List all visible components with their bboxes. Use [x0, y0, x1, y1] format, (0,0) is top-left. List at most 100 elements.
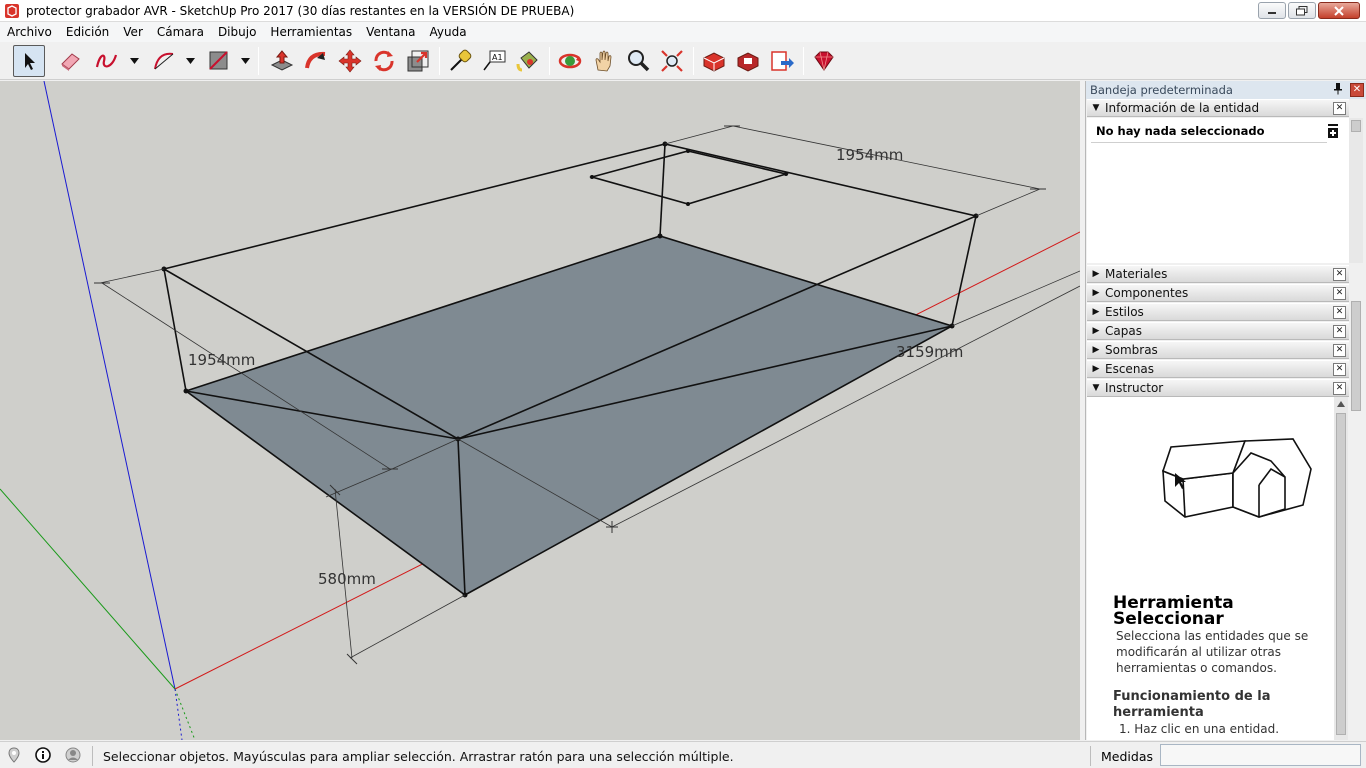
rectangle-tool-button[interactable] [203, 45, 235, 77]
panel-styles[interactable]: ▶ Estilos ✕ [1087, 303, 1349, 321]
pin-icon[interactable] [1333, 83, 1345, 97]
scroll-thumb[interactable] [1336, 413, 1346, 735]
user-icon[interactable] [65, 747, 81, 763]
expanded-arrow-icon: ▼ [1092, 383, 1100, 393]
menu-herramientas[interactable]: Herramientas [263, 22, 359, 42]
arc-dropdown[interactable] [184, 54, 196, 68]
menu-ventana[interactable]: Ventana [359, 22, 422, 42]
svg-text:A1: A1 [492, 53, 503, 62]
rotate-tool-button[interactable] [368, 45, 400, 77]
menu-ayuda[interactable]: Ayuda [422, 22, 473, 42]
menu-bar: Archivo Edición Ver Cámara Dibujo Herram… [0, 22, 1366, 42]
panel-layers[interactable]: ▶ Capas ✕ [1087, 322, 1349, 340]
push-pull-tool-button[interactable] [266, 45, 298, 77]
panel-label: Componentes [1105, 286, 1189, 300]
dimension-label-length[interactable]: 3159mm [896, 343, 963, 361]
panel-close-icon[interactable]: ✕ [1333, 382, 1346, 395]
panel-close-icon[interactable]: ✕ [1333, 344, 1346, 357]
minimize-button[interactable] [1258, 2, 1286, 19]
restore-button[interactable] [1288, 2, 1316, 19]
collapsed-arrow-icon: ▶ [1092, 269, 1100, 279]
drawing-viewport[interactable]: 1954mm 1954mm 3159mm 580mm [0, 81, 1080, 740]
panel-close-icon[interactable]: ✕ [1333, 268, 1346, 281]
zoom-extents-tool-button[interactable] [656, 45, 688, 77]
freehand-icon [95, 54, 118, 68]
panel-entity-info[interactable]: ▼ Información de la entidad ✕ [1087, 99, 1349, 117]
freehand-dropdown[interactable] [128, 54, 140, 68]
status-divider [1090, 746, 1091, 766]
scroll-thumb[interactable] [1351, 301, 1361, 411]
follow-me-tool-button[interactable] [300, 45, 332, 77]
text-tool-button[interactable]: A1 [478, 45, 510, 77]
menu-dibujo[interactable]: Dibujo [211, 22, 263, 42]
dimension-label-left[interactable]: 1954mm [188, 351, 255, 369]
panel-shadows[interactable]: ▶ Sombras ✕ [1087, 341, 1349, 359]
menu-ver[interactable]: Ver [116, 22, 150, 42]
panel-close-icon[interactable]: ✕ [1333, 102, 1346, 115]
paint-bucket-tool-button[interactable] [512, 45, 544, 77]
send-to-layout-icon [771, 51, 794, 71]
select-tool-button[interactable] [13, 45, 45, 77]
close-button[interactable] [1318, 2, 1360, 19]
panel-close-icon[interactable]: ✕ [1333, 325, 1346, 338]
rectangle-dropdown[interactable] [239, 54, 251, 68]
measurements-field[interactable] [1160, 744, 1361, 766]
3d-warehouse-icon [703, 52, 725, 72]
toolbar-separator [549, 47, 550, 75]
paint-bucket-icon [516, 51, 538, 72]
geolocation-icon[interactable] [6, 747, 22, 763]
extension-manager-button[interactable] [808, 45, 840, 77]
window-title: protector grabador AVR - SketchUp Pro 20… [26, 3, 575, 18]
collapsed-arrow-icon: ▶ [1092, 288, 1100, 298]
top-opening[interactable] [588, 150, 790, 205]
freehand-tool-button[interactable] [91, 45, 123, 77]
pan-tool-button[interactable] [588, 45, 620, 77]
extension-warehouse-button[interactable] [732, 45, 764, 77]
orbit-tool-button[interactable] [554, 45, 586, 77]
bottom-face[interactable] [184, 235, 955, 596]
status-divider [92, 746, 93, 766]
rotate-icon [374, 50, 394, 72]
divider [1091, 142, 1327, 143]
panel-instructor[interactable]: ▼ Instructor ✕ [1087, 379, 1349, 397]
tape-measure-tool-button[interactable] [444, 45, 476, 77]
panel-materials[interactable]: ▶ Materiales ✕ [1087, 265, 1349, 283]
menu-edicion[interactable]: Edición [59, 22, 116, 42]
menu-archivo[interactable]: Archivo [0, 22, 59, 42]
title-bar: protector grabador AVR - SketchUp Pro 20… [0, 0, 1366, 22]
panel-scenes[interactable]: ▶ Escenas ✕ [1087, 360, 1349, 378]
follow-me-icon [305, 51, 326, 69]
measurements-label: Medidas [1101, 749, 1153, 764]
arc-tool-button[interactable] [148, 45, 180, 77]
main-toolbar: A1 [0, 42, 1366, 80]
3d-warehouse-button[interactable] [698, 45, 730, 77]
panel-close-icon[interactable]: ✕ [1333, 287, 1346, 300]
zoom-tool-button[interactable] [622, 45, 654, 77]
tape-measure-icon [450, 49, 472, 71]
menu-camara[interactable]: Cámara [150, 22, 211, 42]
scroll-thumb[interactable] [1351, 120, 1361, 132]
toggle-details-icon[interactable] [1327, 124, 1339, 138]
scale-tool-button[interactable] [402, 45, 434, 77]
scroll-up-icon[interactable] [1337, 401, 1345, 407]
instructor-subtitle: Funcionamiento de la herramienta [1113, 689, 1271, 720]
move-tool-button[interactable] [334, 45, 366, 77]
dimension-label-top[interactable]: 1954mm [836, 146, 903, 164]
chevron-down-icon [240, 58, 250, 64]
entity-scrollbar[interactable] [1349, 118, 1363, 263]
model-canvas[interactable] [0, 81, 1080, 740]
panel-close-icon[interactable]: ✕ [1333, 306, 1346, 319]
pin-icon-svg [1334, 83, 1342, 95]
eraser-tool-button[interactable] [54, 45, 86, 77]
select-icon [25, 53, 35, 70]
tray-close-button[interactable]: ✕ [1350, 83, 1364, 97]
zoom-extents-icon [661, 50, 683, 72]
send-to-layout-button[interactable] [766, 45, 798, 77]
dimension-label-height[interactable]: 580mm [318, 570, 376, 588]
panel-close-icon[interactable]: ✕ [1333, 363, 1346, 376]
blue-axis-negative [174, 688, 183, 740]
info-icon[interactable] [35, 747, 51, 763]
panel-components[interactable]: ▶ Componentes ✕ [1087, 284, 1349, 302]
tray-scrollbar[interactable] [1349, 281, 1363, 740]
instructor-scrollbar[interactable] [1334, 397, 1348, 740]
